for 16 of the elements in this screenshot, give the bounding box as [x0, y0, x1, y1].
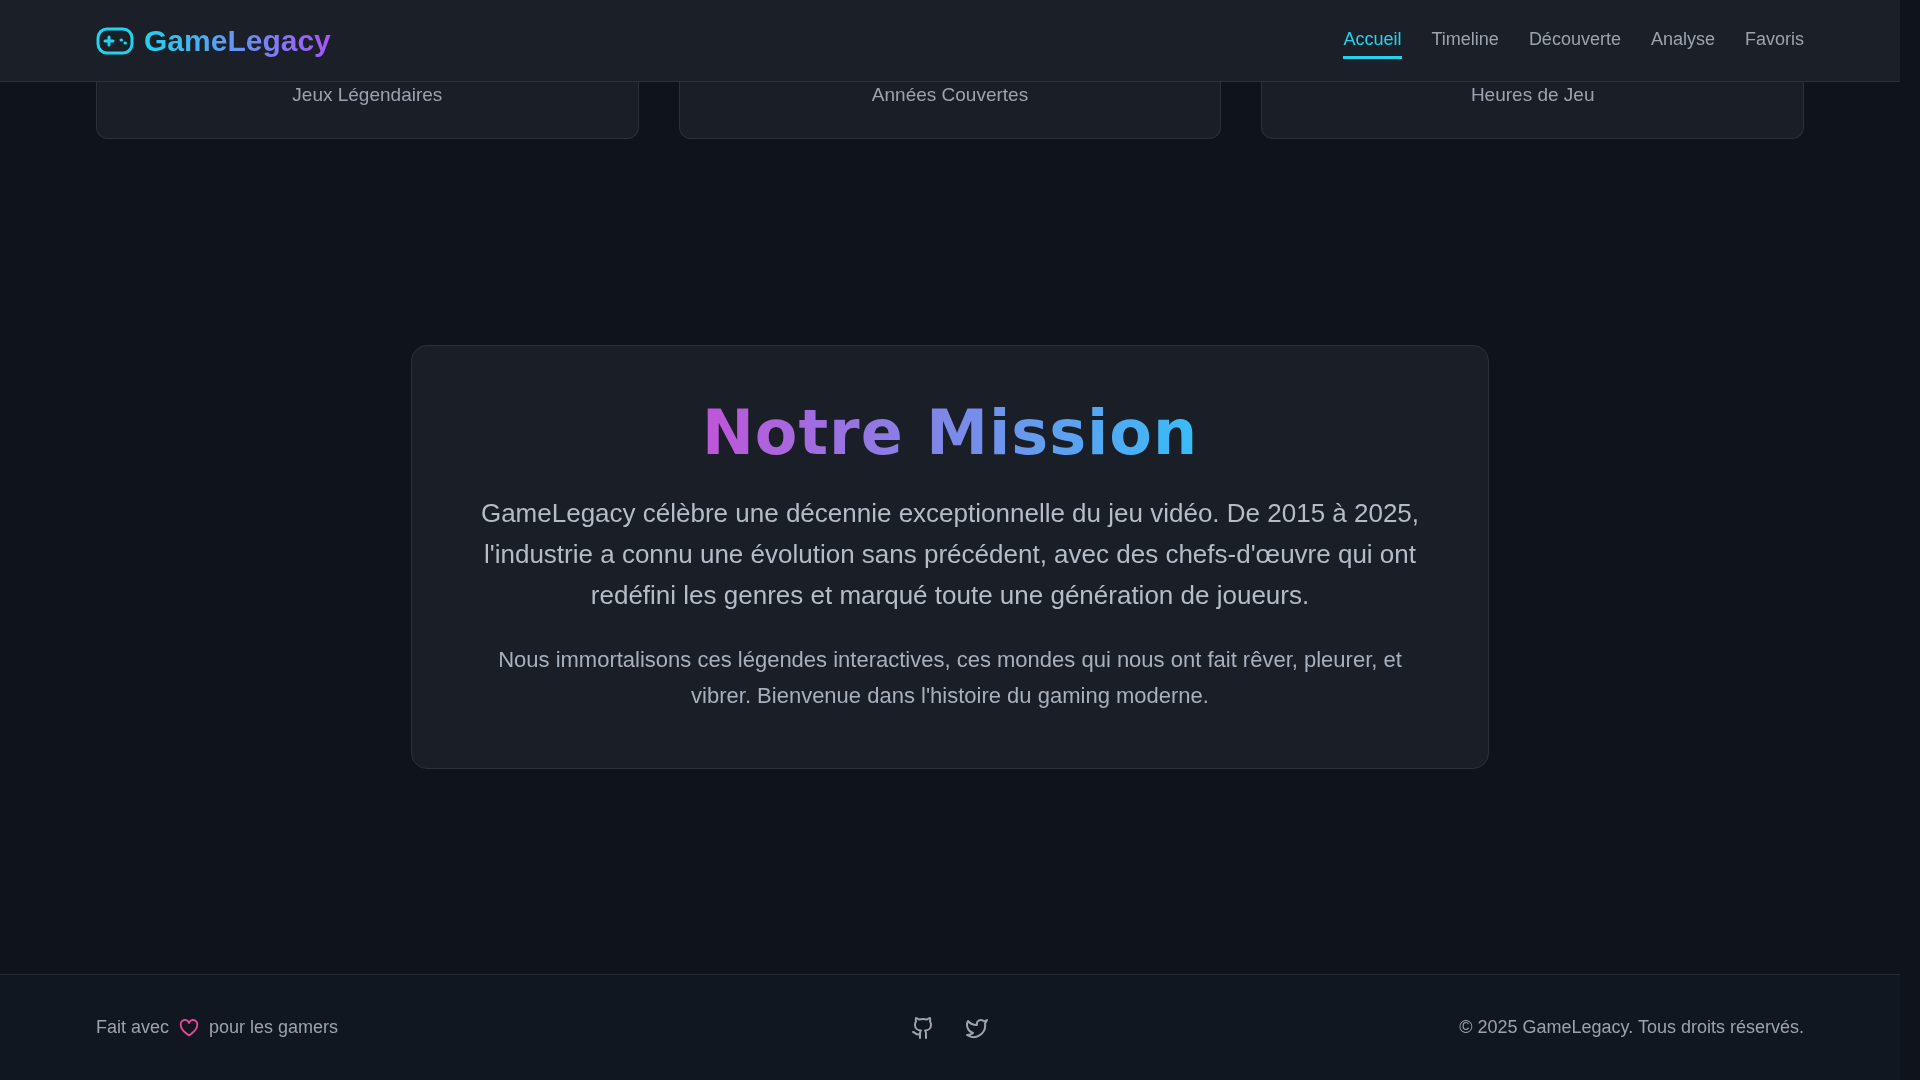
nav-link[interactable]: Analyse	[1650, 22, 1715, 59]
footer-text: pour les gamers	[209, 1017, 339, 1038]
gamepad-icon	[96, 25, 134, 56]
mission-paragraph: Nous immortalisons ces légendes interactives, ces mondes qui nous ont fait rêver, pleurer, et vibrer. Bienvenue dans l'histoire du gaming moderne.	[497, 645, 1403, 710]
copyright-text: © 2025 GameLegacy. Tous droits réservés.	[1459, 1017, 1804, 1038]
heart-icon	[179, 1018, 200, 1037]
nav-link[interactable]: Découverte	[1528, 22, 1621, 59]
nav-link[interactable]: Timeline	[1431, 22, 1499, 59]
footer-text: Fait avec	[96, 1017, 170, 1038]
stat-label: Heures de Jeu	[1470, 84, 1595, 107]
nav-link[interactable]: Favoris	[1745, 22, 1804, 59]
mission-paragraph: GameLegacy célèbre une décennie exceptionnelle du jeu vidéo. De 2015 à 2025, l'industrie a connu une évolution sans précédent, avec des chefs-d'œuvre qui ont redéfini les genres et marqué toute une génération de joueurs.	[479, 496, 1421, 612]
nav-link[interactable]: Accueil	[1343, 22, 1402, 59]
github-icon[interactable]	[911, 1015, 935, 1040]
stat-label: Années Couvertes	[871, 84, 1029, 107]
stat-label: Jeux Légendaires	[292, 84, 443, 107]
